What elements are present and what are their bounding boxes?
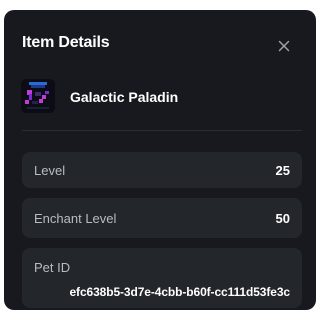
pet-id-card: Pet ID efc638b5-3d7e-4cbb-b60f-cc111d53f… xyxy=(22,248,302,308)
pet-id-value[interactable]: efc638b5-3d7e-4cbb-b60f-cc111d53fe3c xyxy=(34,285,290,299)
pet-thumbnail xyxy=(21,79,55,113)
pet-id-label: Pet ID xyxy=(34,260,71,275)
item-details-modal: Item Details Galactic Paladin Level 25 E… xyxy=(4,10,316,310)
enchant-level-value: 50 xyxy=(275,211,290,226)
level-card: Level 25 xyxy=(22,152,302,188)
page-top-strip xyxy=(0,0,320,10)
level-label: Level xyxy=(34,163,66,178)
pet-name: Galactic Paladin xyxy=(70,89,179,105)
enchant-level-card: Enchant Level 50 xyxy=(22,198,302,238)
level-value: 25 xyxy=(275,163,290,178)
enchant-level-label: Enchant Level xyxy=(34,211,117,226)
modal-header: Item Details xyxy=(4,10,316,82)
section-divider xyxy=(22,130,302,131)
pet-summary: Galactic Paladin xyxy=(4,74,316,130)
close-button[interactable] xyxy=(272,34,296,58)
close-icon xyxy=(278,40,290,52)
modal-title: Item Details xyxy=(22,34,110,51)
